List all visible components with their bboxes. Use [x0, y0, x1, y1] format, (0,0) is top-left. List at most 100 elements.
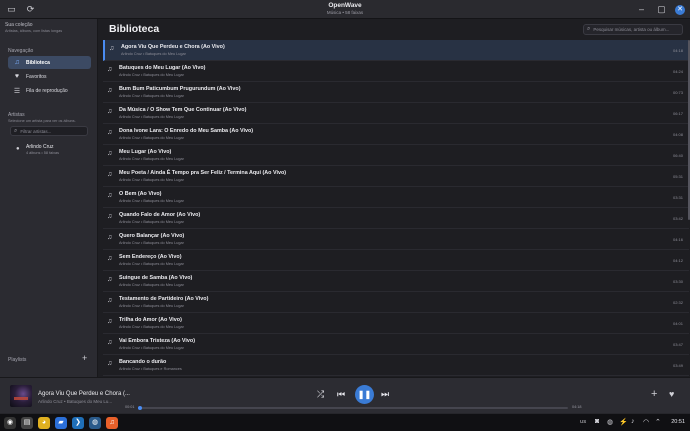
chrome-icon[interactable]: ◕	[38, 417, 50, 429]
add-to-queue-button[interactable]: +	[651, 388, 657, 400]
wifi-icon[interactable]: ◠	[643, 418, 649, 426]
heart-icon: ♥	[669, 389, 675, 399]
track-row[interactable]: ♫ Vai Embora Tristeza (Ao Vivo) Arlindo Cr…	[103, 334, 689, 355]
track-subtitle: Arlindo Cruz • Batuques do Meu Lugar	[119, 304, 184, 308]
title-bar: ▭ ⟳ OpenWave Música • 58 faixas – ▢ ✕	[0, 0, 690, 19]
track-row[interactable]: ♫ Meu Lugar (Ao Vivo) Arlindo Cruz • Batuq…	[103, 145, 689, 166]
track-row[interactable]: ♫ Bancando o durão Arlindo Cruz • Batuques…	[103, 355, 689, 376]
files-icon[interactable]: ▤	[21, 417, 33, 429]
track-duration: 05:31	[672, 174, 683, 179]
nav-item-favoritos[interactable]: ♥ Favoritos	[8, 70, 91, 83]
track-duration: 04:16	[672, 237, 683, 242]
track-title: Bum Bum Paticumbum Prugurundum (Ao Vivo)	[119, 86, 241, 92]
track-row[interactable]: ♫ O Bem (Ao Vivo) Arlindo Cruz • Batuques …	[103, 187, 689, 208]
volume-icon[interactable]: ♪	[631, 418, 635, 425]
favorite-button[interactable]: ♥	[669, 389, 674, 399]
track-row[interactable]: ♫ Quero Balançar (Ao Vivo) Arlindo Cruz • …	[103, 229, 689, 250]
previous-button[interactable]: ⏮	[337, 389, 345, 400]
pause-icon: ❚❚	[357, 390, 372, 399]
track-subtitle: Arlindo Cruz • Batuques do Meu Lugar	[121, 52, 186, 56]
close-icon[interactable]: ✕	[675, 4, 685, 15]
sidebar: Sua coleção Artistas, álbuns, com listas…	[0, 19, 98, 377]
track-title: Meu Lugar (Ao Vivo)	[119, 149, 172, 155]
track-row[interactable]: ♫ Meu Poeta / Ainda É Tempo pra Ser Feliz…	[103, 166, 689, 187]
track-duration: 04:18	[672, 48, 683, 53]
track-title: Testamento de Partideiro (Ao Vivo)	[119, 296, 209, 302]
keyboard-layout[interactable]: US	[580, 419, 586, 424]
track-duration: 03:42	[672, 216, 683, 221]
artist-filter-input[interactable]	[20, 128, 86, 134]
music-app-icon[interactable]: ♫	[106, 417, 118, 429]
search-icon: ⌕	[14, 127, 18, 134]
steam-icon[interactable]: ◍	[89, 417, 101, 429]
queue-icon: ☰	[13, 87, 21, 95]
playlists-title: Playlists	[8, 357, 27, 363]
nav-item-fila[interactable]: ☰ Fila de reprodução	[8, 84, 91, 97]
folder-icon[interactable]: ▰	[55, 417, 67, 429]
progress-knob[interactable]	[138, 406, 142, 410]
nav-item-biblioteca[interactable]: ♫ Biblioteca	[8, 56, 91, 69]
search-box[interactable]: ⌕	[583, 24, 683, 35]
clock: 20:51	[671, 419, 685, 425]
track-row[interactable]: ♫ Batuques do Meu Lugar (Ao Vivo) Arlindo …	[103, 61, 689, 82]
nav-item-label: Favoritos	[26, 73, 47, 80]
track-row[interactable]: ♫ Bum Bum Paticumbum Prugurundum (Ao Vivo…	[103, 82, 689, 103]
track-row[interactable]: ♫ Quando Falo de Amor (Ao Vivo) Arlindo Cr…	[103, 208, 689, 229]
music-note-icon: ♫	[107, 108, 113, 115]
track-duration: 04:12	[672, 258, 683, 263]
main-content: Biblioteca ⌕ ♫ Agora Viu Que Perdeu e Cho…	[99, 19, 690, 377]
track-title: Trilha do Amor (Ao Vivo)	[119, 317, 182, 323]
window-subtitle: Música • 58 faixas	[326, 10, 364, 15]
nav-item-label: Fila de reprodução	[26, 87, 68, 94]
track-title: Bancando o durão	[119, 359, 167, 365]
track-title: O Bem (Ao Vivo)	[119, 191, 162, 197]
vscode-icon[interactable]: ❯	[72, 417, 84, 429]
artist-filter[interactable]: ⌕	[10, 126, 88, 136]
album-cover	[10, 385, 32, 407]
track-subtitle: Arlindo Cruz • Batuques do Meu Lugar	[119, 241, 184, 245]
track-subtitle: Arlindo Cruz • Batuques do Meu Lugar	[119, 325, 184, 329]
steam-tray-icon[interactable]: ◍	[607, 418, 613, 426]
track-row[interactable]: ♫ Sem Endereço (Ao Vivo) Arlindo Cruz • Ba…	[103, 250, 689, 271]
track-duration: 04:01	[672, 321, 683, 326]
track-row[interactable]: ♫ Testamento de Partideiro (Ao Vivo) Arlin…	[103, 292, 689, 313]
music-note-icon: ♫	[14, 59, 20, 66]
track-duration: 02:32	[672, 300, 683, 305]
collection-subtitle: Artistas, álbuns, com listas longas	[5, 29, 63, 33]
music-note-icon: ♫	[107, 297, 113, 304]
track-row[interactable]: ♫ Suingue de Samba (Ao Vivo) Arlindo Cruz …	[103, 271, 689, 292]
discord-icon[interactable]: ◙	[595, 418, 599, 425]
player-bar: Agora Viu Que Perdeu e Chora (... Arlind…	[0, 377, 690, 413]
heart-icon: ♥	[14, 73, 20, 80]
music-note-icon: ♫	[107, 192, 113, 199]
app-launcher-icon[interactable]: ◉	[4, 417, 16, 429]
minimize-icon[interactable]: –	[635, 3, 648, 16]
search-input[interactable]	[593, 27, 682, 32]
music-note-icon: ♫	[107, 339, 113, 346]
track-row[interactable]: ♫ Agora Viu Que Perdeu e Chora (Ao Vivo) A…	[103, 40, 689, 61]
track-subtitle: Arlindo Cruz • Batuques do Meu Lugar	[119, 220, 184, 224]
network-icon[interactable]: ⚡	[619, 418, 628, 426]
track-row[interactable]: ♫ Dona Ivone Lara: O Enredo do Meu Samba …	[103, 124, 689, 145]
expand-tray-icon[interactable]: ⌃	[655, 418, 661, 426]
shuffle-button[interactable]: ⤮	[317, 389, 324, 400]
track-duration: 03:49	[672, 363, 683, 368]
add-playlist-button[interactable]: +	[82, 353, 87, 363]
track-duration: 04:08	[672, 132, 683, 137]
track-row[interactable]: ♫ Da Música / O Show Tem Que Continuar (A…	[103, 103, 689, 124]
artist-name: Arlindo Cruz	[26, 144, 54, 150]
track-duration: 06:40	[672, 153, 683, 158]
music-note-icon: ♫	[107, 213, 113, 220]
track-title: Sem Endereço (Ao Vivo)	[119, 254, 182, 260]
pause-button[interactable]: ❚❚	[355, 385, 374, 404]
maximize-icon[interactable]: ▢	[655, 3, 668, 16]
music-note-icon: ♫	[107, 234, 113, 241]
track-subtitle: Arlindo Cruz • Batuques do Meu Lugar	[119, 283, 184, 287]
next-button[interactable]: ⏭	[381, 389, 389, 400]
page-title: Biblioteca	[109, 23, 160, 35]
collection-title: Sua coleção	[5, 22, 33, 28]
track-subtitle: Arlindo Cruz • Batuques do Meu Lugar	[119, 115, 184, 119]
progress-bar[interactable]	[138, 406, 568, 410]
track-subtitle: Arlindo Cruz • Batuques do Meu Lugar	[119, 157, 184, 161]
track-row[interactable]: ♫ Trilha do Amor (Ao Vivo) Arlindo Cruz • …	[103, 313, 689, 334]
